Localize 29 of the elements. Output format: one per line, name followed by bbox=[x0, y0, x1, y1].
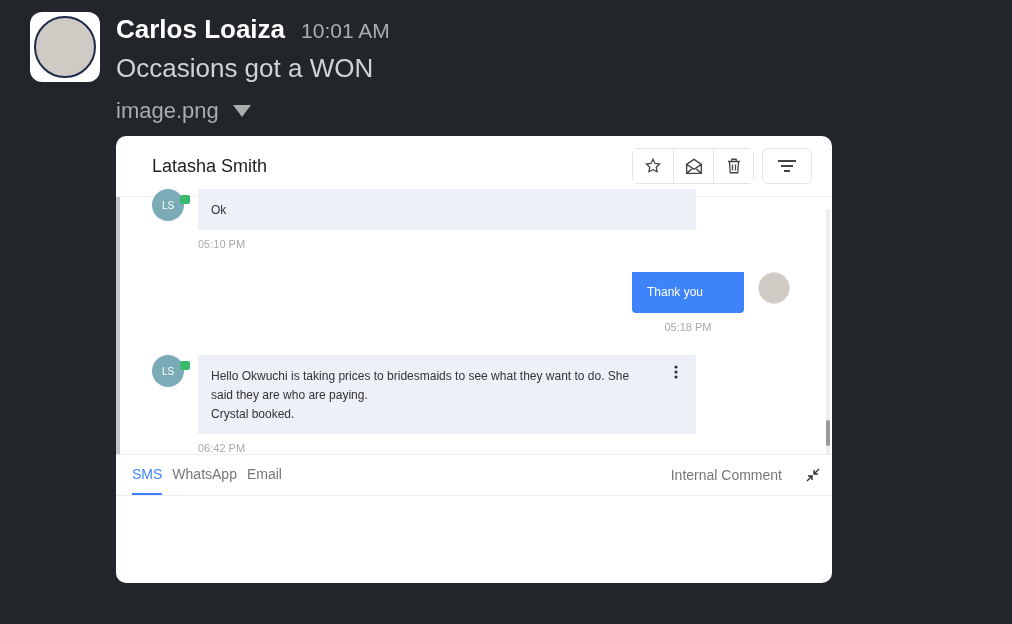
more-icon[interactable] bbox=[674, 365, 678, 379]
message-bubble: Ok bbox=[198, 189, 696, 230]
star-icon bbox=[644, 157, 662, 175]
caret-icon[interactable] bbox=[232, 105, 251, 117]
envelope-icon bbox=[683, 157, 704, 175]
chat-badge-icon bbox=[180, 195, 190, 205]
channel-tab[interactable]: WhatsApp bbox=[172, 455, 237, 495]
attachment-name: image.png bbox=[116, 98, 219, 124]
timestamp: 10:01 AM bbox=[301, 19, 390, 43]
contact-avatar: LS bbox=[152, 355, 184, 387]
avatar bbox=[758, 272, 790, 304]
filter-button[interactable] bbox=[762, 148, 812, 184]
chat-badge-icon bbox=[180, 361, 190, 371]
scrollbar-thumb[interactable] bbox=[826, 420, 830, 446]
message-time: 06:42 PM bbox=[198, 442, 246, 454]
contact-name: Latasha Smith bbox=[152, 155, 269, 177]
message-bubble: Thank you bbox=[632, 272, 744, 313]
contact-avatar: LS bbox=[152, 189, 184, 221]
message-bubble: Hello Okwuchi is taking prices to bridesmaids to see what they want to do. She said they are who are paying. Crystal booked. bbox=[198, 355, 696, 434]
message-time: 05:10 PM bbox=[198, 238, 246, 250]
collapse-icon[interactable] bbox=[806, 468, 820, 482]
message-time: 05:18 PM bbox=[664, 321, 712, 333]
internal-comment-tab[interactable]: Internal Comment bbox=[664, 455, 788, 495]
channel-tab[interactable]: Email bbox=[246, 455, 282, 495]
channel-tab[interactable]: SMS bbox=[132, 455, 163, 495]
trash-button[interactable] bbox=[713, 149, 753, 183]
message-text: Occasions got a WON bbox=[116, 53, 375, 84]
filter-icon bbox=[777, 159, 797, 173]
author-name[interactable]: Carlos Loaiza bbox=[116, 14, 286, 45]
